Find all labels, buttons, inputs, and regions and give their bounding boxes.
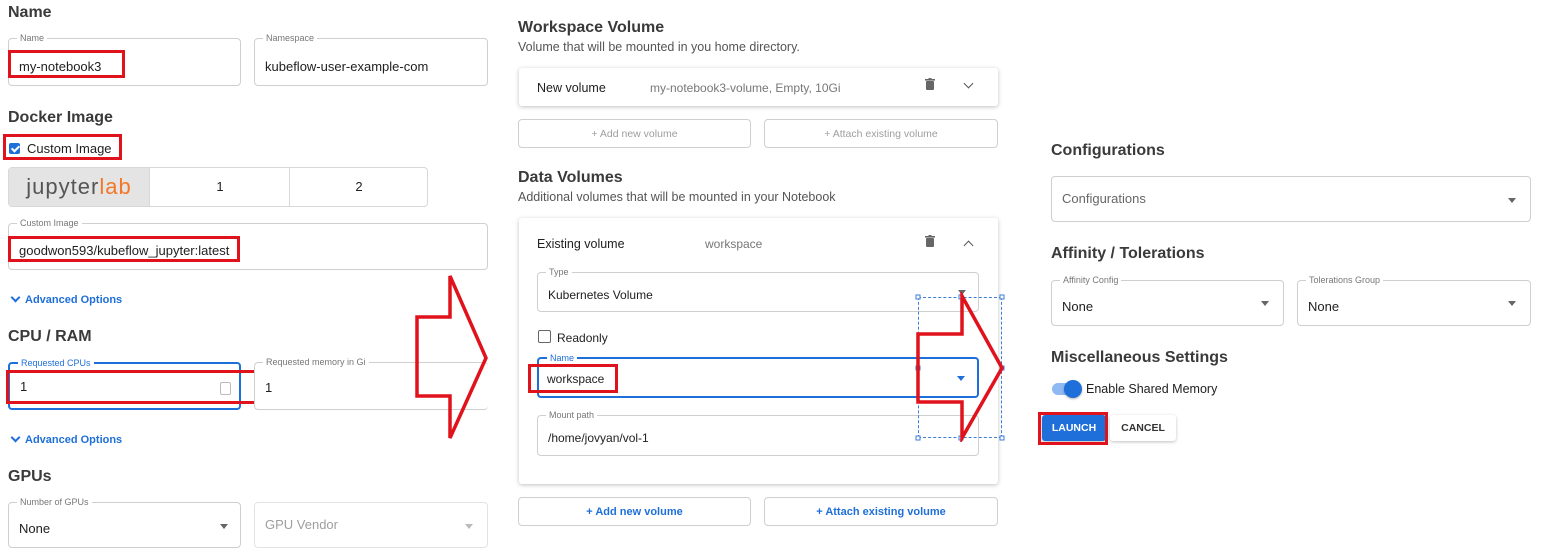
- image-tab-group: jupyterlab 1 2: [8, 167, 428, 207]
- namespace-field-value: kubeflow-user-example-com: [265, 59, 429, 74]
- shared-memory-toggle[interactable]: [1052, 380, 1082, 398]
- number-of-gpus-label: Number of GPUs: [17, 496, 92, 508]
- shared-memory-label: Enable Shared Memory: [1086, 382, 1218, 396]
- advanced-options-toggle-1[interactable]: Advanced Options: [10, 292, 123, 306]
- volume-type-label: Type: [546, 266, 572, 278]
- custom-image-field-label: Custom Image: [17, 217, 82, 229]
- tolerations-group-select[interactable]: Tolerations Group None: [1297, 274, 1531, 326]
- mount-path-field[interactable]: Mount path /home/jovyan/vol-1: [537, 409, 979, 456]
- annotation-box-launch: [1038, 412, 1108, 445]
- dropdown-arrow-icon: [1508, 198, 1516, 203]
- workspace-volume-subtitle: Volume that will be mounted in you home …: [518, 40, 800, 54]
- tolerations-group-value: None: [1308, 299, 1340, 314]
- namespace-field-label: Namespace: [263, 32, 318, 44]
- name-field-label: Name: [17, 32, 48, 44]
- jupyter-logo-text: jupyter: [26, 174, 100, 199]
- miscellaneous-settings-title: Miscellaneous Settings: [1051, 349, 1228, 366]
- advanced-options-toggle-2[interactable]: Advanced Options: [10, 432, 123, 446]
- annotation-box-cpu-memory: [6, 370, 287, 404]
- dropdown-arrow-icon: [220, 524, 228, 529]
- chevron-down-icon[interactable]: [963, 78, 974, 89]
- data-volumes-subtitle: Additional volumes that will be mounted …: [518, 190, 836, 204]
- tab-jupyterlab[interactable]: jupyterlab: [9, 168, 149, 206]
- configurations-title: Configurations: [1051, 142, 1165, 159]
- gpu-vendor-placeholder: GPU Vendor: [265, 517, 338, 532]
- data-volumes-title: Data Volumes: [518, 169, 623, 186]
- volume-type-select[interactable]: Type Kubernetes Volume: [537, 266, 979, 312]
- annotation-box-name: [8, 50, 125, 78]
- cpu-ram-title: CPU / RAM: [8, 328, 92, 345]
- lab-logo-text: lab: [99, 174, 132, 199]
- dropdown-arrow-icon: [465, 524, 473, 529]
- advanced-options-label-2: Advanced Options: [25, 434, 123, 446]
- requested-memory-label: Requested memory in Gi: [263, 356, 369, 368]
- tab-image-1-label: 1: [216, 179, 224, 194]
- attach-existing-volume-button[interactable]: + Attach existing volume: [764, 497, 998, 526]
- advanced-options-label-1: Advanced Options: [25, 294, 123, 306]
- workspace-volume-row-desc: my-notebook3-volume, Empty, 10Gi: [650, 81, 841, 95]
- affinity-config-label: Affinity Config: [1060, 274, 1122, 286]
- tab-image-1[interactable]: 1: [149, 168, 290, 206]
- tolerations-group-label: Tolerations Group: [1306, 274, 1384, 286]
- chevron-down-icon: [10, 432, 21, 443]
- docker-image-title: Docker Image: [8, 109, 113, 126]
- data-volume-row-title: Existing volume: [537, 237, 625, 251]
- workspace-volume-title: Workspace Volume: [518, 19, 665, 36]
- delete-icon[interactable]: [925, 78, 935, 90]
- name-section-title: Name: [8, 4, 52, 21]
- number-of-gpus-value: None: [19, 521, 51, 536]
- configurations-select[interactable]: Configurations: [1051, 176, 1531, 222]
- workspace-volume-row-title: New volume: [537, 81, 606, 95]
- chevron-up-icon[interactable]: [963, 240, 974, 251]
- gpus-title: GPUs: [8, 468, 52, 485]
- requested-memory-value: 1: [265, 380, 273, 395]
- number-of-gpus-select[interactable]: Number of GPUs None: [8, 496, 241, 548]
- volume-type-value: Kubernetes Volume: [548, 288, 653, 302]
- tab-image-2[interactable]: 2: [289, 168, 428, 206]
- readonly-checkbox[interactable]: [538, 330, 551, 343]
- namespace-field[interactable]: Namespace kubeflow-user-example-com: [254, 32, 488, 86]
- data-volume-row-desc: workspace: [705, 237, 763, 251]
- mount-path-value: /home/jovyan/vol-1: [548, 431, 649, 445]
- affinity-config-value: None: [1062, 299, 1094, 314]
- dropdown-arrow-icon: [1261, 301, 1269, 306]
- affinity-config-select[interactable]: Affinity Config None: [1051, 274, 1284, 326]
- volume-name-label: Name: [547, 352, 578, 364]
- attach-existing-volume-button-workspace[interactable]: + Attach existing volume: [764, 119, 998, 148]
- add-new-volume-button[interactable]: + Add new volume: [518, 497, 751, 526]
- toggle-knob: [1064, 380, 1082, 398]
- cancel-button[interactable]: CANCEL: [1110, 415, 1176, 441]
- add-new-volume-button-workspace[interactable]: + Add new volume: [518, 119, 751, 148]
- annotation-arrow-icon: [916, 292, 1005, 442]
- annotation-box-custom-image-field: [8, 236, 240, 262]
- annotation-arrow-icon: [415, 275, 488, 439]
- requested-cpus-label: Requested CPUs: [18, 357, 94, 369]
- readonly-label: Readonly: [557, 331, 608, 345]
- annotation-box-volume-name: [528, 364, 618, 393]
- gpu-vendor-select: GPU Vendor: [254, 502, 488, 548]
- chevron-down-icon: [10, 292, 21, 303]
- dropdown-arrow-icon: [1508, 301, 1516, 306]
- affinity-tolerations-title: Affinity / Tolerations: [1051, 245, 1205, 262]
- delete-icon[interactable]: [925, 235, 935, 247]
- annotation-box-custom-image: [3, 134, 122, 160]
- mount-path-label: Mount path: [546, 409, 598, 421]
- tab-image-2-label: 2: [355, 179, 363, 194]
- workspace-volume-row[interactable]: New volume my-notebook3-volume, Empty, 1…: [519, 68, 998, 106]
- configurations-placeholder: Configurations: [1062, 191, 1146, 206]
